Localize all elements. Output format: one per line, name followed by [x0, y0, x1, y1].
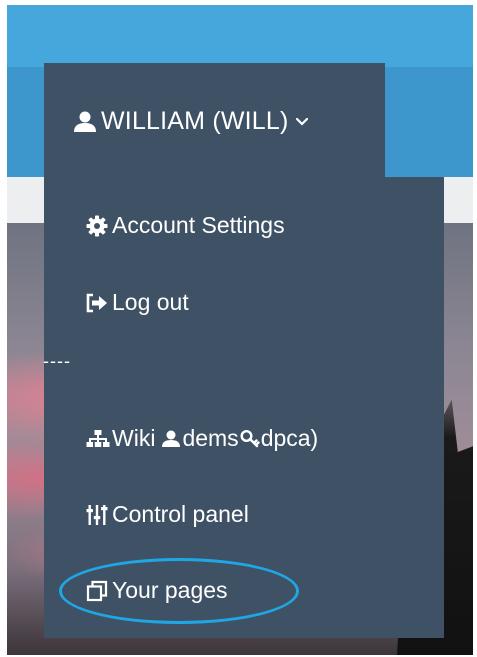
sitemap-icon: [86, 429, 110, 449]
menu-item-account-settings[interactable]: Account Settings: [86, 212, 285, 239]
highlight-annotation: [59, 558, 299, 624]
menu-item-wiki[interactable]: Wiki dems dpca): [86, 425, 318, 452]
menu-item-log-out[interactable]: Log out: [86, 289, 189, 316]
wiki-label: Wiki: [112, 425, 156, 451]
user-menu-toggle[interactable]: WILLIAM (WILL): [44, 63, 385, 177]
wiki-key-label: dpca): [260, 425, 319, 451]
control-panel-label: Control panel: [112, 501, 249, 527]
user-icon: [161, 430, 181, 448]
sliders-icon: [86, 504, 108, 526]
gear-icon: [86, 215, 108, 237]
app-frame: WILLIAM (WILL) Account Settings Log out …: [7, 5, 473, 655]
chevron-down-icon: [295, 117, 309, 127]
menu-item-control-panel[interactable]: Control panel: [86, 501, 249, 528]
user-icon: [73, 111, 97, 133]
wiki-user-label: dems: [182, 425, 239, 451]
menu-divider: ----: [43, 351, 71, 371]
log-out-label: Log out: [112, 289, 189, 315]
key-icon: [240, 429, 260, 449]
username-label: WILLIAM (WILL): [101, 107, 289, 135]
sign-out-icon: [86, 293, 108, 313]
account-settings-label: Account Settings: [112, 212, 285, 238]
top-bar: [7, 5, 473, 67]
